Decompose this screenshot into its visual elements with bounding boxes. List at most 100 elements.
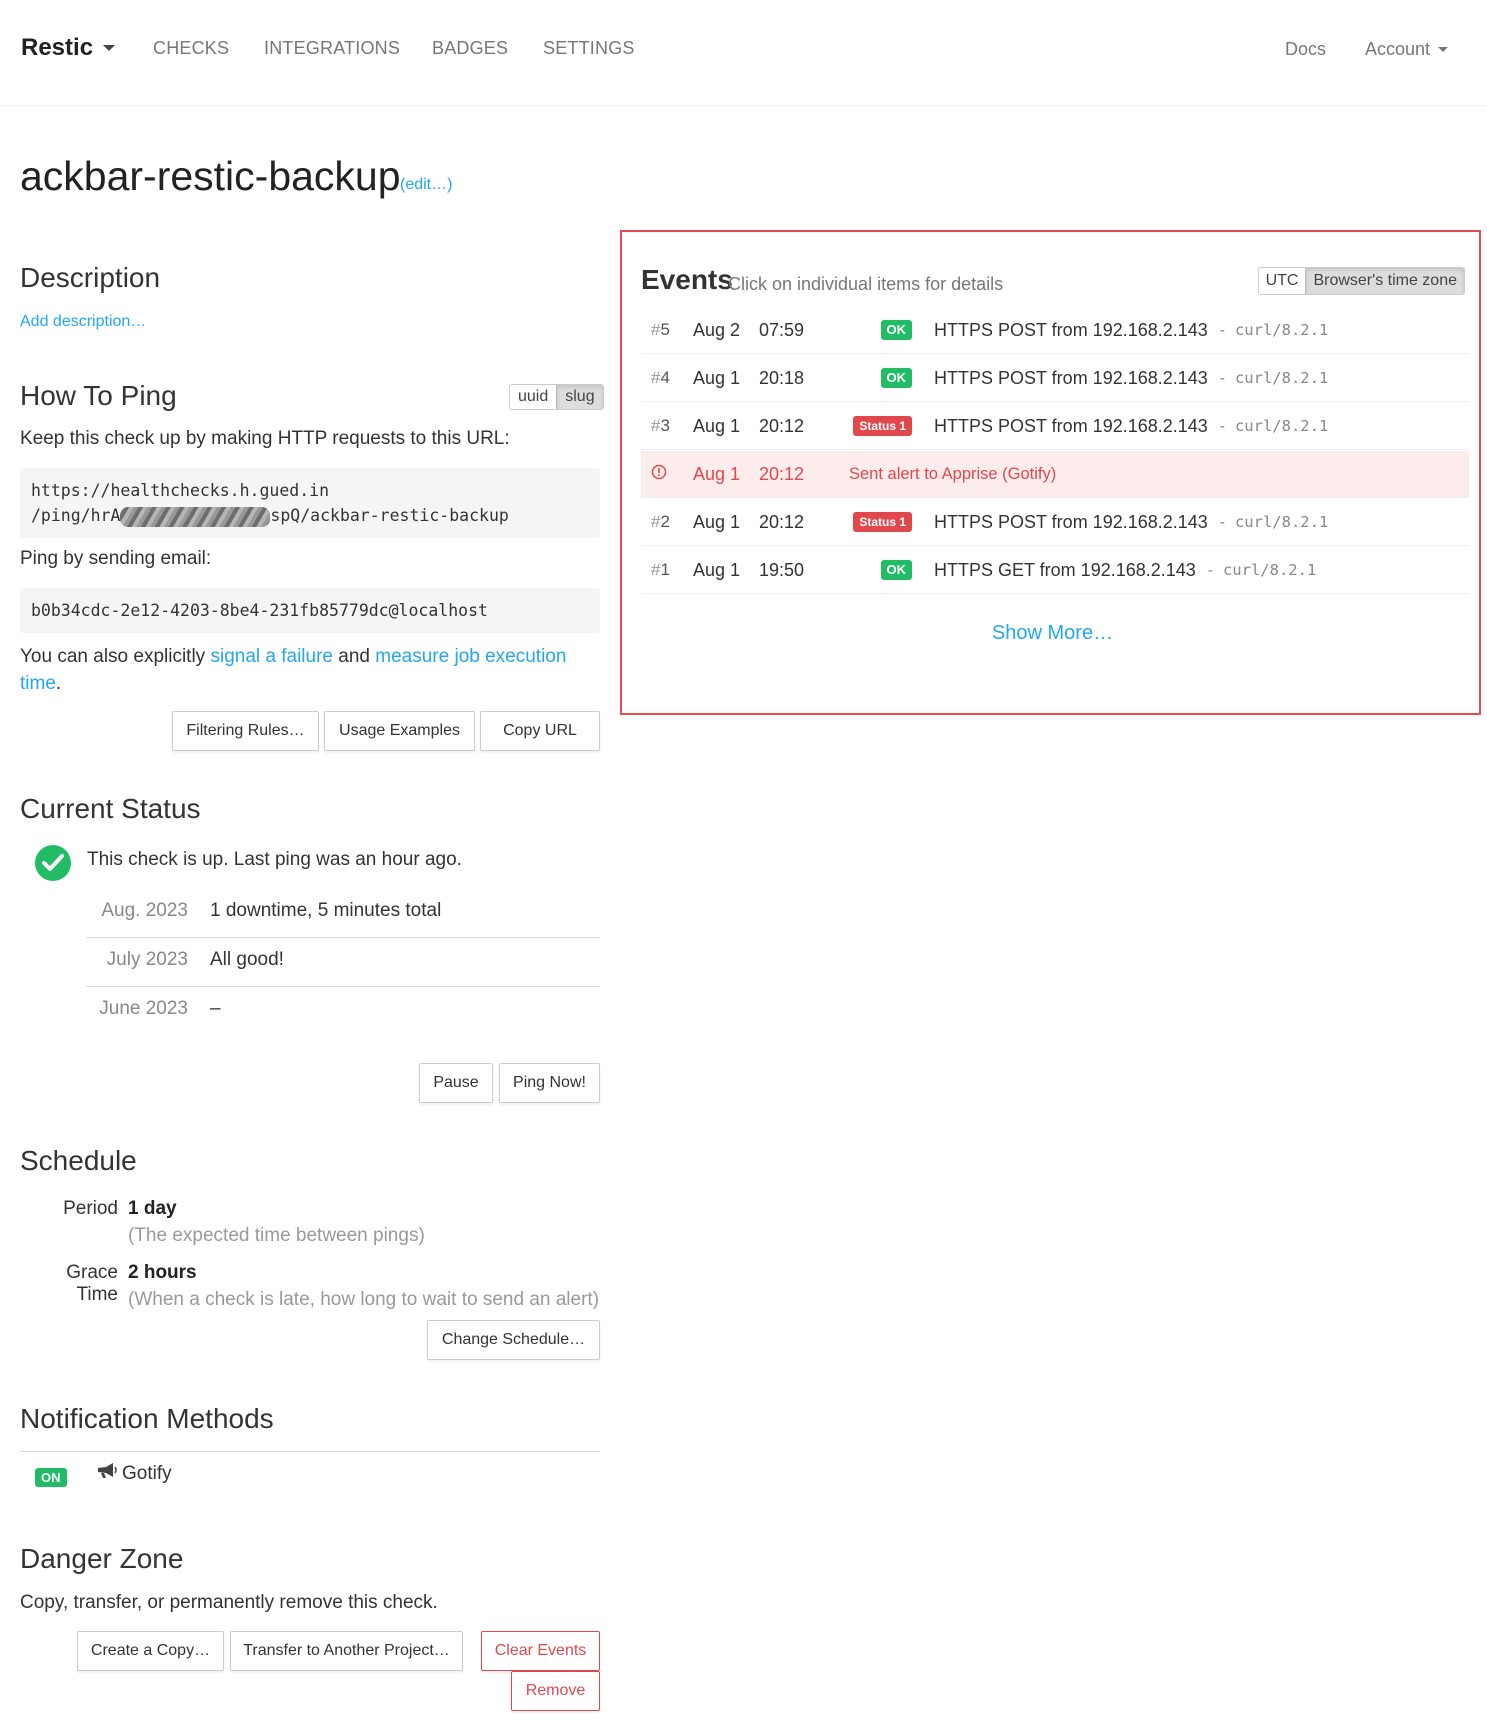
schedule-heading: Schedule [20,1145,137,1176]
explicit-ping-text: You can also explicitly signal a failure… [20,646,567,694]
event-message: HTTPS POST from 192.168.2.143 [934,511,1208,532]
ping-url-line2: /ping/hrA spQ/ackbar-restic-backup [31,506,509,527]
ping-intro: Keep this check up by making HTTP reques… [20,428,510,449]
signal-failure-link[interactable]: signal a failure [210,646,333,667]
event-date: Aug 1 [693,367,741,388]
email-intro: Ping by sending email: [20,548,212,569]
event-time: 19:50 [759,559,805,580]
current-status-heading: Current Status [20,793,201,824]
event-user-agent: - curl/8.2.1 [1219,368,1329,387]
period-summary: 1 downtime, 5 minutes total [210,899,442,921]
usage-examples-button[interactable]: Usage Examples [324,711,475,751]
copy-url-button[interactable]: Copy URL [480,711,600,751]
nav-docs[interactable]: Docs [1285,39,1326,60]
event-number: #1 [651,560,670,579]
grace-label: Grace Time [66,1262,118,1305]
integration-on-toggle[interactable]: ON [35,1468,67,1487]
create-copy-button[interactable]: Create a Copy… [77,1631,224,1671]
event-row[interactable]: #3 Aug 1 20:12 Status 1 HTTPS POST from … [641,403,1469,450]
url-format-toggle: uuid slug [509,384,604,410]
transfer-project-button[interactable]: Transfer to Another Project… [230,1631,463,1671]
status-up-icon [35,845,71,881]
danger-zone-heading: Danger Zone [20,1543,184,1574]
nav-settings[interactable]: SETTINGS [543,38,635,59]
ping-url: https://healthchecks.h.gued.in /ping/hrA… [20,468,600,538]
event-user-agent: - curl/8.2.1 [1219,416,1329,435]
navbar: Restic CHECKS INTEGRATIONS BADGES SETTIN… [0,0,1487,106]
event-status-badge: OK [880,320,912,340]
period-row: Aug. 2023 1 downtime, 5 minutes total [86,886,600,935]
event-time: 07:59 [759,319,805,340]
check-title: ackbar-restic-backup [20,153,401,199]
show-more-link[interactable]: Show More… [622,622,1483,645]
ping-now-button[interactable]: Ping Now! [499,1063,600,1103]
period-help: (The expected time between pings) [128,1225,425,1246]
period-summary: All good! [210,948,284,970]
project-name: Restic [21,34,94,61]
project-switcher[interactable]: Restic [21,34,116,62]
event-number: #3 [651,416,670,435]
remove-button[interactable]: Remove [511,1671,600,1711]
add-description-link[interactable]: Add description… [20,313,146,331]
event-time: 20:12 [759,415,805,436]
event-date: Aug 1 [693,511,741,532]
event-time: 20:12 [759,511,805,532]
event-row[interactable]: #4 Aug 1 20:18 OK HTTPS POST from 192.16… [641,355,1469,402]
event-message: HTTPS POST from 192.168.2.143 [934,319,1208,340]
alert-icon [641,464,693,485]
period-month: July 2023 [106,948,188,970]
uuid-option[interactable]: uuid [510,385,556,409]
section-divider [20,1451,600,1452]
period-row: July 2023 All good! [86,935,600,984]
event-status-badge: Status 1 [853,416,912,436]
event-status-badge: OK [880,368,912,388]
timezone-toggle: UTC Browser's time zone [1257,267,1465,295]
tz-utc-option[interactable]: UTC [1259,268,1306,294]
slug-option[interactable]: slug [556,385,603,409]
event-time: 20:12 [759,463,805,484]
tz-browser-option[interactable]: Browser's time zone [1305,268,1464,294]
event-row[interactable]: #1 Aug 1 19:50 OK HTTPS GET from 192.168… [641,547,1469,594]
change-schedule-button[interactable]: Change Schedule… [427,1320,600,1360]
nav-checks[interactable]: CHECKS [153,38,229,59]
event-row[interactable]: #2 Aug 1 20:12 Status 1 HTTPS POST from … [641,499,1469,546]
edit-name-link[interactable]: (edit…) [400,176,452,194]
megaphone-icon [96,1462,118,1486]
event-message: HTTPS GET from 192.168.2.143 [934,559,1196,580]
integration-name: Gotify [122,1463,172,1484]
period-month: June 2023 [99,997,188,1019]
description-heading: Description [20,262,161,293]
period-month: Aug. 2023 [101,899,188,921]
event-user-agent: - curl/8.2.1 [1207,560,1317,579]
grace-help: (When a check is late, how long to wait … [128,1289,600,1310]
event-message: HTTPS POST from 192.168.2.143 [934,367,1208,388]
nav-integrations[interactable]: INTEGRATIONS [264,38,400,59]
caret-down-icon [1438,47,1449,52]
status-text: This check is up. Last ping was an hour … [87,849,462,870]
event-number: #2 [651,512,670,531]
caret-down-icon [103,45,116,51]
period-row: June 2023 – [86,984,600,1033]
event-number: #4 [651,368,670,387]
ping-url-line1: https://healthchecks.h.gued.in [31,481,330,500]
account-label: Account [1365,39,1431,59]
period-label: Period [63,1198,118,1219]
event-message: HTTPS POST from 192.168.2.143 [934,415,1208,436]
event-date: Aug 1 [693,463,741,484]
notification-methods-heading: Notification Methods [20,1403,274,1434]
clear-events-button[interactable]: Clear Events [481,1631,600,1671]
integration-gotify: Gotify [96,1462,172,1486]
period-value: 1 day [128,1198,177,1219]
how-to-ping-heading: How To Ping [20,380,177,411]
account-menu[interactable]: Account [1365,39,1449,60]
pause-button[interactable]: Pause [419,1063,493,1103]
event-row[interactable]: #5 Aug 2 07:59 OK HTTPS POST from 192.16… [641,307,1469,354]
filtering-rules-button[interactable]: Filtering Rules… [172,711,319,751]
event-date: Aug 1 [693,415,741,436]
event-time: 20:18 [759,367,805,388]
event-row-alert[interactable]: Aug 1 20:12 Sent alert to Apprise (Gotif… [641,451,1469,498]
event-user-agent: - curl/8.2.1 [1219,512,1329,531]
nav-badges[interactable]: BADGES [432,38,508,59]
ping-email: b0b34cdc-2e12-4203-8be4-231fb85779dc@loc… [20,588,600,633]
event-user-agent: - curl/8.2.1 [1219,320,1329,339]
